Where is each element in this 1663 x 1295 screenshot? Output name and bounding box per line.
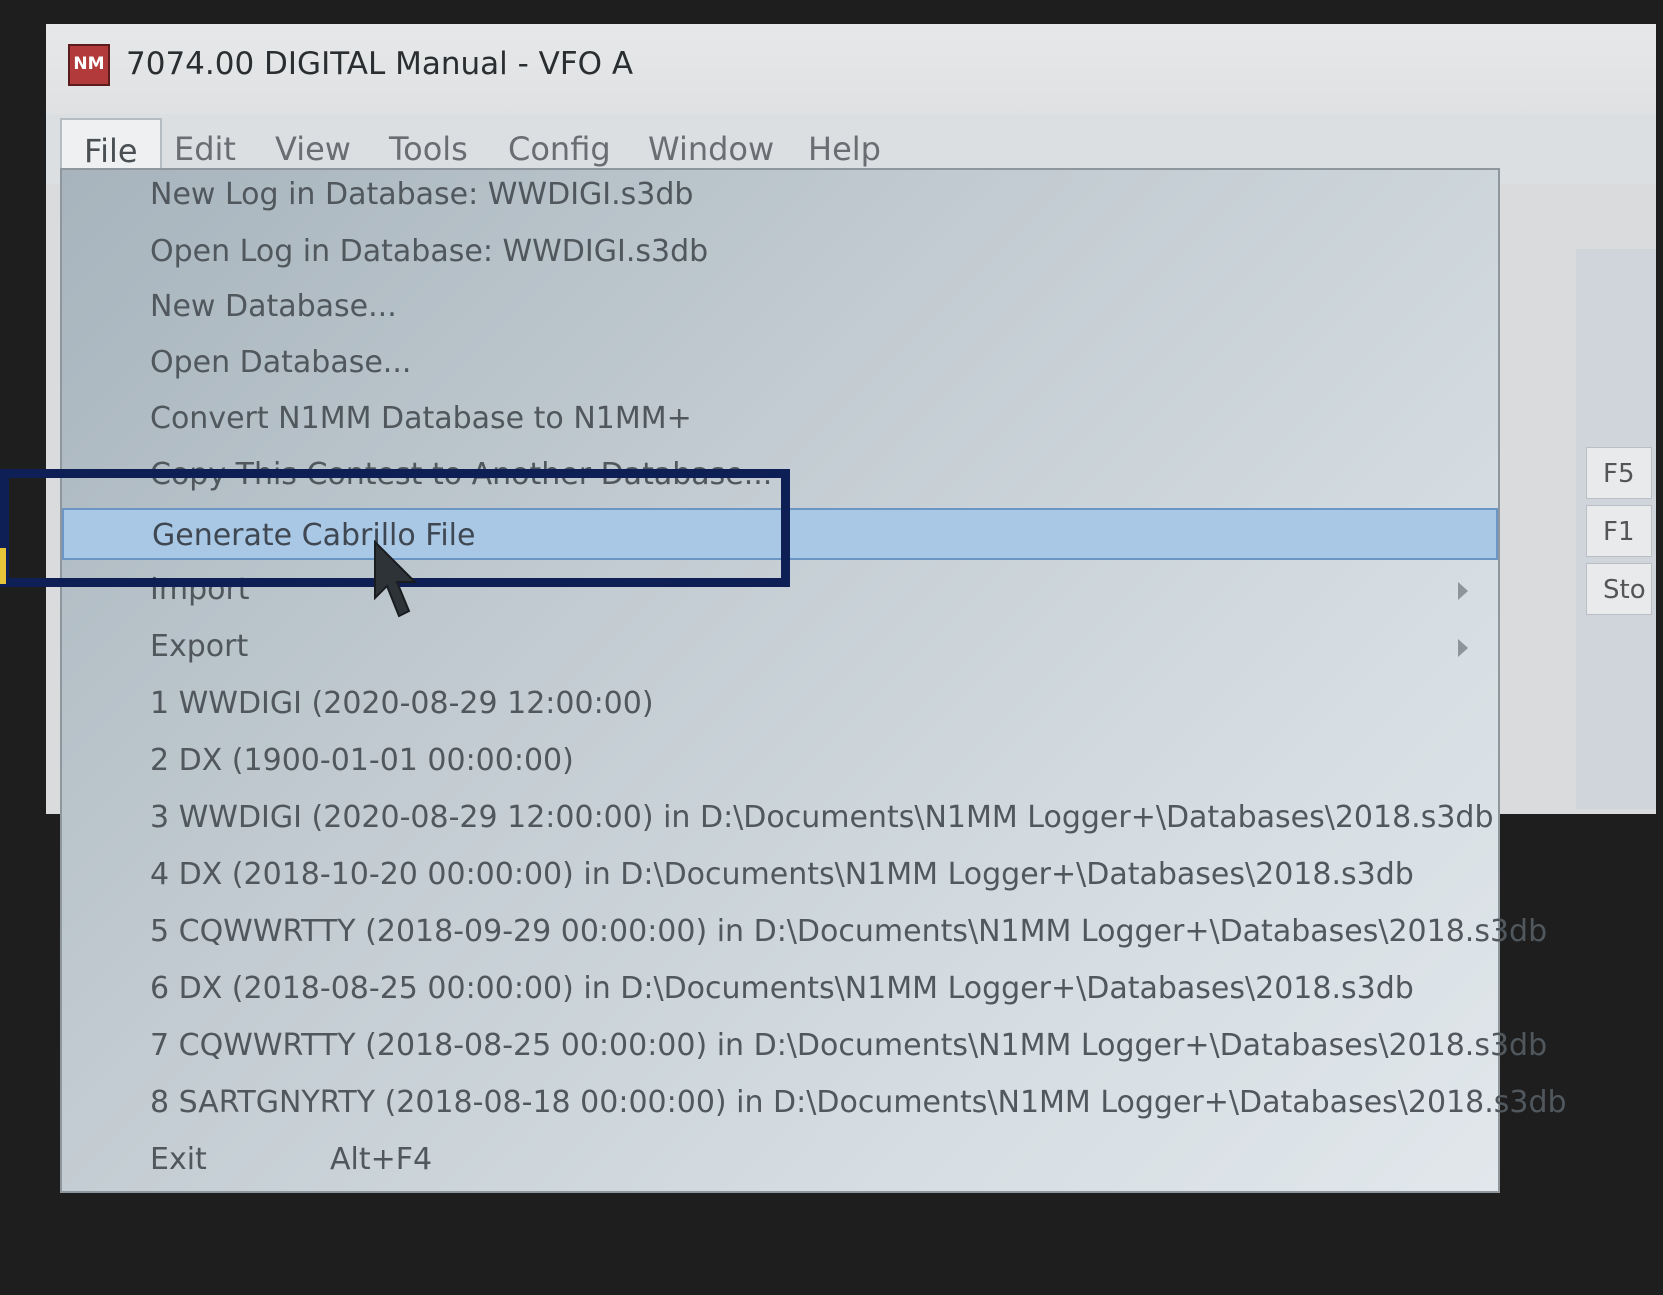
menu-item-new-log[interactable]: New Log in Database: WWDIGI.s3db — [62, 169, 1498, 221]
title-bar: NM 7074.00 DIGITAL Manual - VFO A — [46, 24, 1656, 114]
n1mm-app-icon: NM — [68, 44, 110, 86]
annotation-arrow-tip — [0, 548, 6, 584]
menu-item-label: Convert N1MM Database to N1MM+ — [150, 401, 692, 436]
menu-item-label: 1 WWDIGI (2020-08-29 12:00:00) — [150, 686, 654, 721]
window-title: 7074.00 DIGITAL Manual - VFO A — [126, 46, 634, 82]
recent-contest-4[interactable]: 4 DX (2018-10-20 00:00:00) in D:\Documen… — [62, 849, 1498, 901]
menu-item-label: 4 DX (2018-10-20 00:00:00) in D:\Documen… — [150, 857, 1414, 892]
menu-item-open-log[interactable]: Open Log in Database: WWDIGI.s3db — [62, 226, 1498, 278]
recent-contest-2[interactable]: 2 DX (1900-01-01 00:00:00) — [62, 735, 1498, 787]
menu-item-label: New Log in Database: WWDIGI.s3db — [150, 177, 694, 212]
menu-item-open-database[interactable]: Open Database... — [62, 337, 1498, 389]
menu-item-export[interactable]: Export — [62, 621, 1498, 673]
recent-contest-7[interactable]: 7 CQWWRTTY (2018-08-25 00:00:00) in D:\D… — [62, 1020, 1547, 1072]
mouse-pointer-icon — [374, 540, 418, 618]
screen-photo: NM 7074.00 DIGITAL Manual - VFO A File E… — [0, 0, 1663, 1295]
menu-item-label: Exit — [150, 1142, 207, 1177]
entry-window-panel: F5 F1 Sto — [1576, 249, 1656, 809]
menu-item-new-database[interactable]: New Database... — [62, 281, 1498, 333]
menu-item-label: 6 DX (2018-08-25 00:00:00) in D:\Documen… — [150, 971, 1414, 1006]
recent-contest-8[interactable]: 8 SARTGNYRTY (2018-08-18 00:00:00) in D:… — [62, 1077, 1567, 1129]
recent-contest-1[interactable]: 1 WWDIGI (2020-08-29 12:00:00) — [62, 678, 1498, 730]
exit-shortcut: Alt+F4 — [330, 1142, 433, 1177]
menu-item-label: 5 CQWWRTTY (2018-09-29 00:00:00) in D:\D… — [150, 914, 1548, 949]
f1-button[interactable]: F1 — [1586, 505, 1652, 557]
submenu-arrow-icon — [1458, 582, 1468, 600]
submenu-arrow-icon — [1458, 639, 1468, 657]
recent-contest-3[interactable]: 3 WWDIGI (2020-08-29 12:00:00) in D:\Doc… — [62, 792, 1498, 844]
menu-item-label: 7 CQWWRTTY (2018-08-25 00:00:00) in D:\D… — [150, 1028, 1548, 1063]
menu-item-label: New Database... — [150, 289, 397, 324]
f5-button[interactable]: F5 — [1586, 447, 1652, 499]
menu-item-label: 3 WWDIGI (2020-08-29 12:00:00) in D:\Doc… — [150, 800, 1494, 835]
menu-item-label: 2 DX (1900-01-01 00:00:00) — [150, 743, 574, 778]
menu-item-label: Open Log in Database: WWDIGI.s3db — [150, 234, 709, 269]
menu-item-label: 8 SARTGNYRTY (2018-08-18 00:00:00) in D:… — [150, 1085, 1567, 1120]
menu-item-label: Open Database... — [150, 345, 412, 380]
menu-item-exit[interactable]: Exit Alt+F4 — [62, 1134, 1498, 1186]
recent-contest-6[interactable]: 6 DX (2018-08-25 00:00:00) in D:\Documen… — [62, 963, 1498, 1015]
file-menu-dropdown: New Log in Database: WWDIGI.s3db Open Lo… — [60, 168, 1567, 1193]
menu-item-label: Export — [150, 629, 249, 664]
recent-contest-5[interactable]: 5 CQWWRTTY (2018-09-29 00:00:00) in D:\D… — [62, 906, 1547, 958]
store-button[interactable]: Sto — [1586, 563, 1652, 615]
menu-item-convert-database[interactable]: Convert N1MM Database to N1MM+ — [62, 393, 1498, 445]
